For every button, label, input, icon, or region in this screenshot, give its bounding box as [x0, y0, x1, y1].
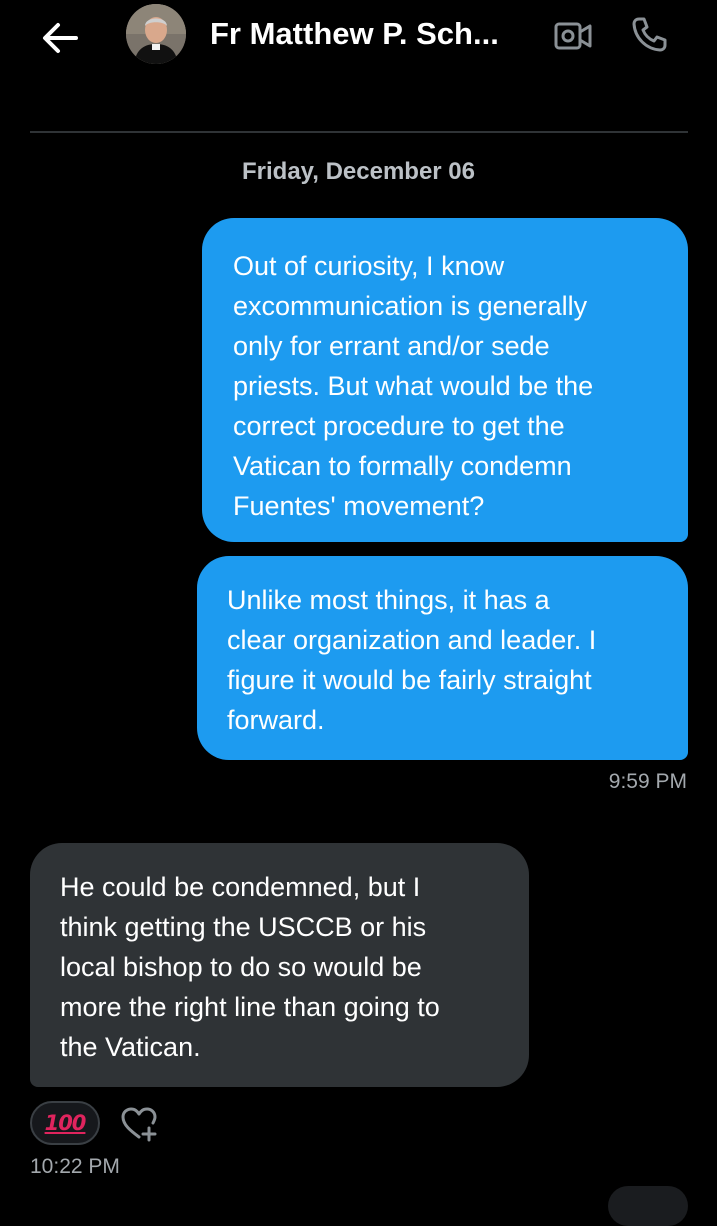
message-line: Unlike most things, it has a: [227, 585, 550, 615]
chat-header: Fr Matthew P. Sch...: [0, 0, 717, 80]
message-line: forward.: [227, 705, 325, 735]
add-reaction-button[interactable]: [118, 1104, 160, 1144]
message-line: Out of curiosity, I know: [233, 251, 505, 281]
message-line: Fuentes' movement?: [233, 491, 485, 521]
message-line: priests. But what would be the: [233, 371, 594, 401]
message-line: correct procedure to get the: [233, 411, 565, 441]
message-line: Vatican to formally condemn: [233, 451, 572, 481]
video-call-button[interactable]: [552, 18, 594, 54]
message-timestamp: 10:22 PM: [30, 1155, 120, 1178]
contact-photo: [126, 4, 186, 64]
phone-icon: [632, 17, 667, 52]
scroll-to-bottom-button[interactable]: [608, 1186, 688, 1226]
heart-plus-icon: [121, 1107, 157, 1142]
avatar[interactable]: [126, 4, 186, 64]
message-line: figure it would be fairly straight: [227, 665, 592, 695]
message-line: the Vatican.: [60, 1032, 201, 1062]
date-separator: Friday, December 06: [241, 158, 475, 185]
message-line: clear organization and leader. I: [227, 625, 597, 655]
incoming-message-bubble[interactable]: He could be condemned, but I think getti…: [30, 843, 529, 1087]
arrow-left-icon: [43, 23, 78, 53]
video-call-icon: [554, 22, 592, 50]
message-line: only for errant and/or sede: [233, 331, 550, 361]
message-line: think getting the USCCB or his: [60, 912, 427, 942]
message-line: excommunication is generally: [233, 291, 588, 321]
outgoing-message-bubble[interactable]: Out of curiosity, I know excommunication…: [202, 218, 688, 542]
header-divider: [30, 131, 688, 133]
hundred-points-icon: 100: [44, 1111, 87, 1135]
message-line: He could be condemned, but I: [60, 872, 421, 902]
reaction-hundred-button[interactable]: 100: [30, 1101, 100, 1145]
outgoing-message-bubble[interactable]: Unlike most things, it has a clear organ…: [197, 556, 688, 760]
contact-name[interactable]: Fr Matthew P. Sch...: [210, 16, 499, 52]
back-button[interactable]: [38, 18, 82, 58]
voice-call-button[interactable]: [628, 14, 670, 56]
message-timestamp: 9:59 PM: [608, 770, 687, 793]
message-line: local bishop to do so would be: [60, 952, 422, 982]
message-line: more the right line than going to: [60, 992, 440, 1022]
